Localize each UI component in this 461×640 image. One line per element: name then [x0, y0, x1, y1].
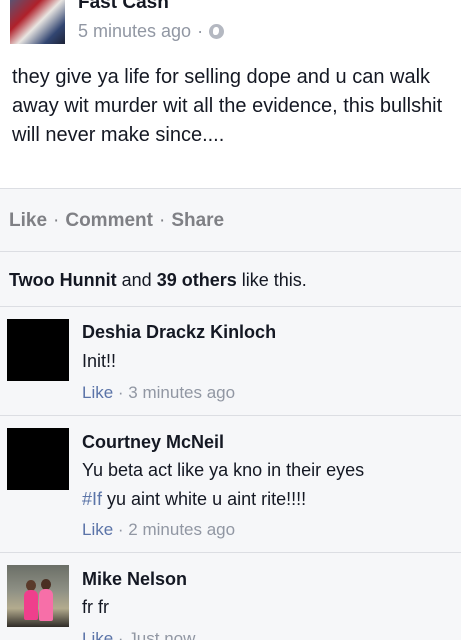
comment-text: Init!!	[82, 351, 117, 371]
comment-timestamp: 3 minutes ago	[128, 383, 236, 402]
likes-others-link[interactable]: 39 others	[157, 270, 237, 290]
commenter-avatar[interactable]	[7, 565, 69, 627]
action-bar: Like · Comment · Share	[9, 210, 224, 232]
likes-and-text: and	[116, 270, 157, 290]
comment-meta-separator: ·	[113, 520, 129, 539]
liker-name[interactable]: Twoo Hunnit	[9, 270, 117, 290]
comment-timestamp: Just now	[128, 629, 196, 640]
globe-icon[interactable]	[209, 24, 225, 39]
comment-timestamp: 2 minutes ago	[128, 520, 236, 539]
like-action-button[interactable]: Like	[9, 210, 47, 232]
comment-meta: Like · 2 minutes ago	[82, 520, 235, 540]
comment-action-button[interactable]: Comment	[65, 210, 153, 232]
comment-text-line: #If yu aint white u aint rite!!!!	[82, 485, 457, 514]
divider	[0, 552, 461, 553]
author-avatar[interactable]	[10, 0, 65, 44]
likes-suffix-text: like this.	[236, 270, 307, 290]
comment-like-button[interactable]: Like	[82, 629, 113, 640]
commenter-name[interactable]: Courtney McNeil	[82, 432, 224, 453]
likes-summary[interactable]: Twoo Hunnit and 39 others like this.	[9, 270, 307, 291]
comment-text: Yu beta act like ya kno in their eyes #I…	[82, 456, 457, 514]
divider	[0, 251, 461, 252]
avatar-photo-detail	[24, 590, 38, 620]
post-meta: 5 minutes ago ·	[78, 21, 225, 42]
action-separator: ·	[53, 210, 60, 231]
comment-text: fr fr	[82, 597, 109, 617]
hashtag-link[interactable]: #If	[82, 489, 102, 509]
commenter-avatar[interactable]	[7, 319, 69, 381]
comment-meta: Like · 3 minutes ago	[82, 383, 235, 403]
commenter-name[interactable]: Deshia Drackz Kinloch	[82, 322, 276, 343]
comment-meta-separator: ·	[113, 383, 129, 402]
divider	[0, 415, 461, 416]
commenter-avatar[interactable]	[7, 428, 69, 490]
divider	[0, 306, 461, 307]
post-author-name[interactable]: Fast Cash	[78, 0, 169, 14]
comment-meta: Like · Just now	[82, 629, 195, 640]
post-body: they give ya life for selling dope and u…	[12, 66, 443, 146]
share-action-button[interactable]: Share	[171, 210, 224, 232]
commenter-name[interactable]: Mike Nelson	[82, 569, 187, 590]
comment-text-rest: yu aint white u aint rite!!!!	[102, 489, 307, 509]
action-separator: ·	[158, 210, 166, 231]
comment-like-button[interactable]: Like	[82, 383, 113, 402]
meta-separator: ·	[197, 21, 204, 41]
post-header: Fast Cash 5 minutes ago ·	[0, 0, 461, 52]
comment-meta-separator: ·	[113, 629, 129, 640]
avatar-photo-detail	[39, 589, 53, 621]
post-timestamp[interactable]: 5 minutes ago	[78, 21, 191, 42]
comment-like-button[interactable]: Like	[82, 520, 113, 539]
comment-text-line: Yu beta act like ya kno in their eyes	[82, 460, 365, 480]
